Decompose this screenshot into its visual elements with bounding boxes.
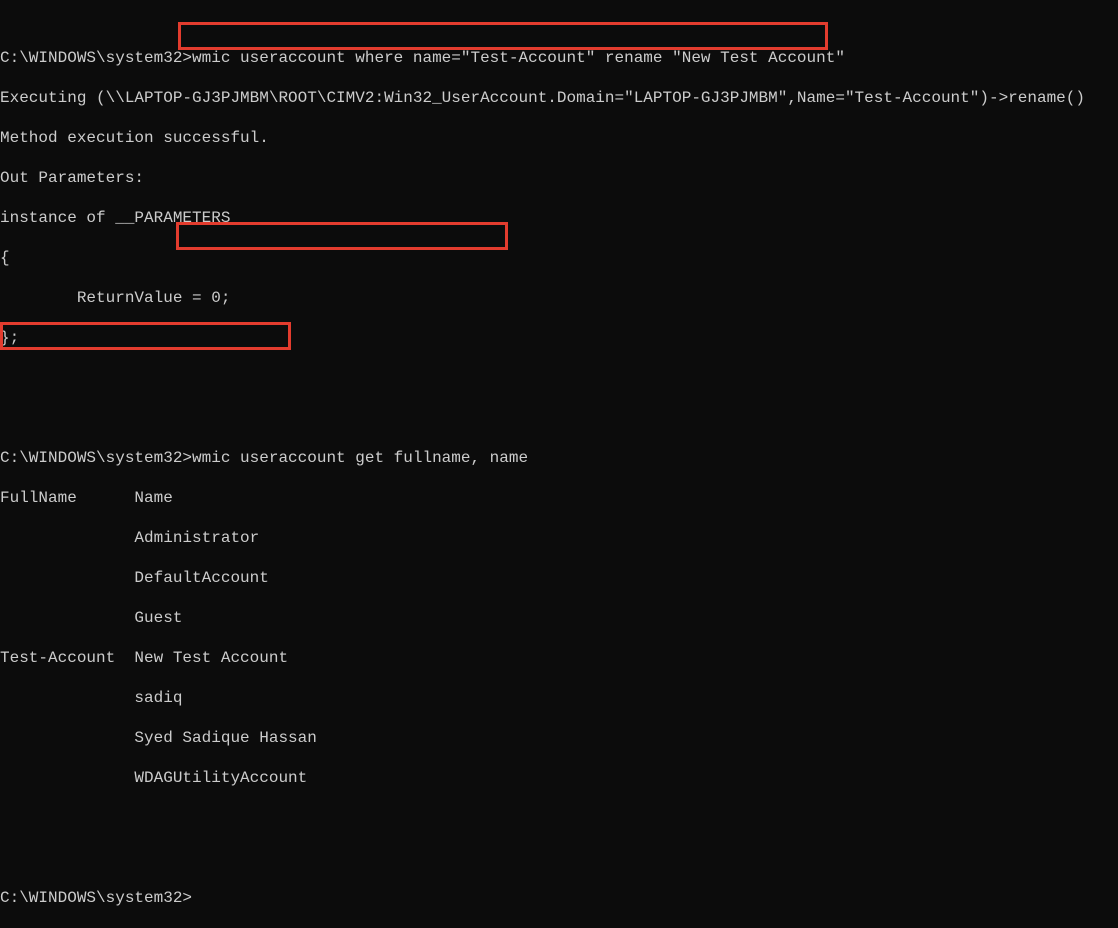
table-row: Test-Account New Test Account bbox=[0, 648, 1118, 668]
terminal-output[interactable]: C:\WINDOWS\system32>wmic useraccount whe… bbox=[0, 28, 1118, 928]
table-row: Syed Sadique Hassan bbox=[0, 728, 1118, 748]
table-row: sadiq bbox=[0, 688, 1118, 708]
output-line: Out Parameters: bbox=[0, 168, 1118, 188]
command-text: wmic useraccount where name="Test-Accoun… bbox=[192, 49, 845, 67]
table-row: Administrator bbox=[0, 528, 1118, 548]
prompt: C:\WINDOWS\system32> bbox=[0, 449, 192, 467]
blank-line bbox=[0, 368, 1118, 388]
table-row: DefaultAccount bbox=[0, 568, 1118, 588]
output-line: Executing (\\LAPTOP-GJ3PJMBM\ROOT\CIMV2:… bbox=[0, 88, 1118, 108]
blank-line bbox=[0, 848, 1118, 868]
output-line: }; bbox=[0, 328, 1118, 348]
output-line: Method execution successful. bbox=[0, 128, 1118, 148]
command-text: wmic useraccount get fullname, name bbox=[192, 449, 528, 467]
table-row: Guest bbox=[0, 608, 1118, 628]
table-row: WDAGUtilityAccount bbox=[0, 768, 1118, 788]
table-header: FullName Name bbox=[0, 488, 1118, 508]
output-line: { bbox=[0, 248, 1118, 268]
output-line: instance of __PARAMETERS bbox=[0, 208, 1118, 228]
prompt: C:\WINDOWS\system32> bbox=[0, 889, 192, 907]
blank-line bbox=[0, 408, 1118, 428]
output-line: ReturnValue = 0; bbox=[0, 288, 1118, 308]
prompt: C:\WINDOWS\system32> bbox=[0, 49, 192, 67]
blank-line bbox=[0, 808, 1118, 828]
